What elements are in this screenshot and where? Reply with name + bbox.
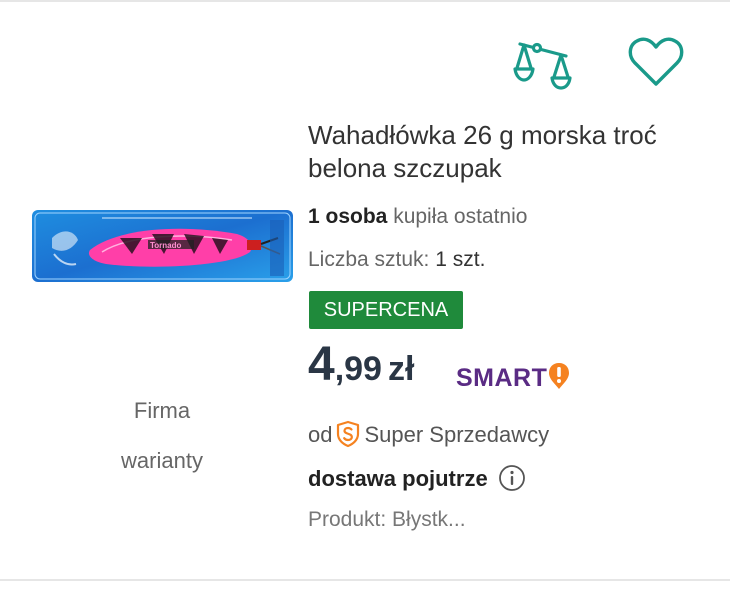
wishlist-button[interactable]	[625, 34, 687, 90]
seller-text: Super Sprzedawcy	[364, 422, 550, 447]
bottom-divider	[0, 579, 730, 581]
lure-brand-text: Tornado	[150, 241, 182, 250]
product-title[interactable]: Wahadłówka 26 g morska troć belona szczu…	[308, 119, 708, 185]
delivery-info: dostawa pojutrze	[308, 464, 526, 498]
price-whole: 4	[308, 338, 335, 391]
product-info: Wahadłówka 26 g morska troć belona szczu…	[308, 119, 708, 185]
product-description: Produkt: Błystk...	[308, 508, 466, 531]
popularity-text: kupiła ostatnio	[393, 205, 528, 228]
compare-button[interactable]	[510, 32, 576, 92]
product-card[interactable]: Tornado Firma warianty Wahadłówka 26 g m…	[0, 2, 730, 579]
price-currency: zł	[387, 350, 415, 388]
delivery-text: dostawa pojutrze	[308, 466, 488, 491]
product-thumbnail[interactable]: Tornado	[32, 210, 293, 282]
supercena-badge: SUPERCENA	[309, 291, 463, 329]
seller-info: od Super Sprzedawcy	[308, 420, 549, 454]
info-circle-icon[interactable]	[498, 464, 526, 498]
seller-prefix: od	[308, 422, 333, 447]
smart-label: SMART	[456, 364, 548, 392]
scales-compare-icon	[513, 42, 572, 90]
super-seller-s-icon	[334, 420, 362, 454]
variant-label-company: Firma	[133, 398, 191, 423]
popularity-info: 1 osoba kupiła ostatnio	[308, 205, 527, 229]
smart-exclamation-icon	[548, 362, 570, 395]
quantity-info: Liczba sztuk: 1 szt.	[308, 248, 485, 272]
price-fraction: ,99	[334, 350, 382, 388]
popularity-count: 1 osoba	[308, 205, 388, 228]
variant-label-variants: warianty	[121, 448, 203, 473]
fishing-lure-image: Tornado	[32, 210, 293, 282]
quantity-value: 1 szt.	[435, 248, 486, 271]
heart-outline-icon	[628, 37, 684, 86]
price: 4,99 zł	[308, 337, 414, 392]
smart-badge: SMART	[456, 362, 570, 392]
quantity-label: Liczba sztuk:	[308, 248, 430, 271]
